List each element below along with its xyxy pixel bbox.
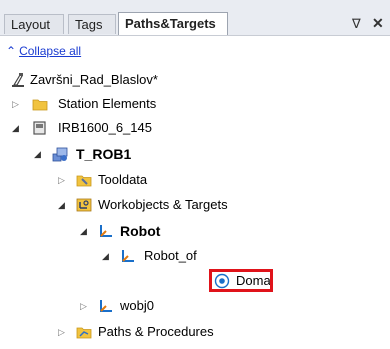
robot-of-label: Robot_of bbox=[144, 248, 197, 263]
tree-item-station-elements[interactable]: ▷ Station Elements bbox=[0, 94, 390, 114]
wobj-robot-label: Robot bbox=[120, 223, 161, 239]
tree-item-wobj-robot[interactable]: ◢ Robot bbox=[0, 221, 390, 241]
collapse-all-link[interactable]: ⌃ Collapse all bbox=[6, 44, 81, 58]
highlight-box bbox=[209, 269, 273, 292]
collapse-arrow-icon[interactable]: ◢ bbox=[58, 195, 68, 215]
collapse-arrow-icon[interactable]: ◢ bbox=[102, 246, 112, 266]
workobjects-label: Workobjects & Targets bbox=[98, 197, 228, 212]
close-icon[interactable]: ✕ bbox=[372, 15, 384, 32]
workobject-icon bbox=[100, 300, 112, 312]
robot-controller-icon bbox=[33, 121, 46, 135]
tree-item-paths[interactable]: ▷ Paths & Procedures bbox=[0, 322, 390, 342]
expand-arrow-icon[interactable]: ▷ bbox=[12, 94, 22, 114]
tree-item-robot-of[interactable]: ◢ Robot_of bbox=[0, 246, 390, 266]
collapse-all-label: Collapse all bbox=[19, 44, 82, 58]
collapse-arrow-icon[interactable]: ◢ bbox=[12, 118, 22, 138]
station-elements-label: Station Elements bbox=[58, 96, 157, 111]
tab-tags[interactable]: Tags bbox=[68, 14, 116, 34]
workobjects-folder-icon bbox=[76, 198, 92, 212]
tooldata-label: Tooldata bbox=[98, 172, 148, 187]
folder-icon bbox=[32, 99, 48, 111]
collapse-arrow-icon[interactable]: ◢ bbox=[80, 221, 90, 241]
object-frame-icon bbox=[122, 250, 134, 262]
tab-layout[interactable]: Layout bbox=[4, 14, 64, 34]
paths-folder-icon bbox=[76, 327, 92, 339]
workobject-icon bbox=[100, 225, 112, 237]
tree-item-tooldata[interactable]: ▷ Tooldata bbox=[0, 170, 390, 190]
collapse-arrow-icon[interactable]: ◢ bbox=[34, 144, 44, 164]
paths-label: Paths & Procedures bbox=[98, 324, 214, 339]
tree-item-wobj0[interactable]: ▷ wobj0 bbox=[0, 296, 390, 316]
station-icon bbox=[12, 73, 24, 87]
double-chevron-up-icon: ⌃ bbox=[6, 44, 17, 58]
wobj0-label: wobj0 bbox=[120, 298, 154, 313]
expand-arrow-icon[interactable]: ▷ bbox=[58, 170, 68, 190]
tab-paths-targets[interactable]: Paths&Targets bbox=[118, 12, 228, 35]
tab-bar: Layout Tags Paths&Targets ∇ ✕ bbox=[0, 0, 390, 36]
tree-item-robot[interactable]: ◢ IRB1600_6_145 bbox=[0, 118, 390, 138]
station-label: Završni_Rad_Blaslov* bbox=[30, 72, 158, 87]
pin-icon[interactable]: ∇ bbox=[352, 16, 361, 32]
expand-arrow-icon[interactable]: ▷ bbox=[58, 322, 68, 342]
tooldata-folder-icon bbox=[76, 175, 92, 187]
tree-item-task[interactable]: ◢ T_ROB1 bbox=[0, 144, 390, 164]
task-label: T_ROB1 bbox=[76, 146, 132, 162]
task-icon bbox=[52, 147, 68, 162]
tree-item-station[interactable]: Završni_Rad_Blaslov* bbox=[0, 70, 390, 90]
tree-item-workobjects[interactable]: ◢ Workobjects & Targets bbox=[0, 195, 390, 215]
tree-item-target-doma[interactable]: Doma bbox=[0, 271, 390, 291]
robot-label: IRB1600_6_145 bbox=[58, 120, 152, 135]
expand-arrow-icon[interactable]: ▷ bbox=[80, 296, 90, 316]
